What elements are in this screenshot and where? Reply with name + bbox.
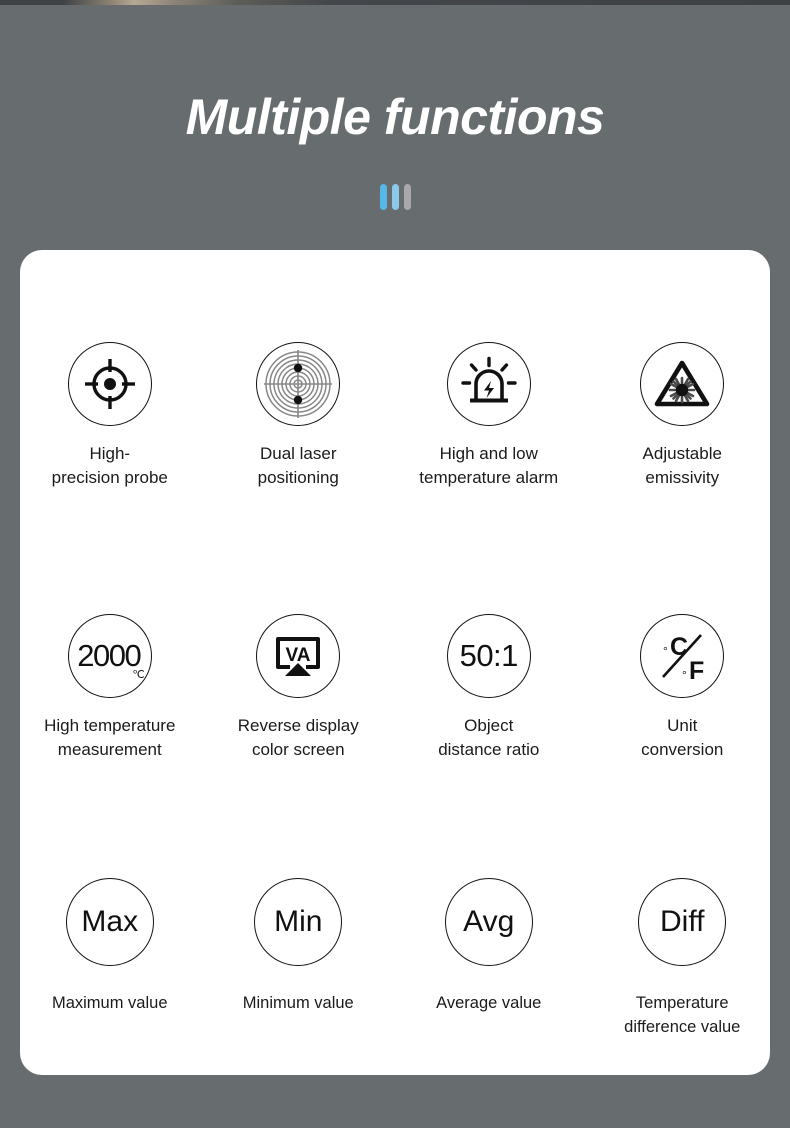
concentric-laser-rings-icon [256, 342, 341, 426]
text-ratio-icon: 50:1 [446, 613, 531, 698]
feature-item-average-value[interactable]: Avg Average value [395, 878, 583, 1015]
laser-warning-triangle-icon [640, 342, 725, 426]
bar-gray [403, 184, 411, 210]
feature-item-high-temperature-measurement[interactable]: 2000 ℃ High temperature measurement [16, 613, 204, 762]
features-card: High- precision probe Dual laser positio… [20, 250, 770, 1075]
svg-text:°: ° [663, 644, 668, 658]
top-image-sliver [0, 0, 790, 5]
feature-caption: Average value [436, 994, 542, 1013]
feature-item-maximum-value[interactable]: Max Maximum value [16, 878, 204, 1015]
crosshair-target-icon [67, 342, 152, 426]
icon-glyph-text: Max [81, 905, 139, 939]
svg-text:VA: VA [286, 645, 311, 666]
features-grid: High- precision probe Dual laser positio… [20, 250, 770, 1075]
feature-caption: Adjustable emissivity [642, 444, 722, 488]
celsius-fahrenheit-icon: ° C ° F [640, 613, 725, 698]
feature-item-adjustable-emissivity[interactable]: Adjustable emissivity [589, 342, 777, 490]
feature-row-1: High- precision probe Dual laser positio… [20, 250, 770, 539]
celsius-superscript: ℃ [132, 668, 145, 681]
feature-row-3: Max Maximum value Min Minimum value Avg … [20, 810, 770, 1075]
feature-caption: Reverse display color screen [237, 715, 359, 759]
feature-caption: High- precision probe [51, 444, 168, 488]
text-2000-celsius-icon: 2000 ℃ [67, 613, 152, 698]
feature-item-temperature-difference-value[interactable]: Diff Temperature difference value [589, 878, 777, 1039]
feature-caption: Object distance ratio [438, 715, 540, 759]
icon-glyph-text: Diff [660, 905, 705, 939]
alarm-siren-icon [446, 342, 531, 426]
feature-item-reverse-display-color-screen[interactable]: VA Reverse display color screen [205, 613, 393, 762]
feature-item-high-precision-probe[interactable]: High- precision probe [16, 342, 204, 490]
feature-caption: Dual laser positioning [257, 444, 339, 488]
feature-caption: Minimum value [242, 994, 354, 1013]
reverse-display-screen-icon: VA [256, 613, 341, 698]
text-max-icon: Max [65, 878, 154, 967]
feature-item-minimum-value[interactable]: Min Minimum value [205, 878, 393, 1015]
feature-item-object-distance-ratio[interactable]: 50:1 Object distance ratio [395, 613, 583, 762]
svg-text:C: C [670, 633, 688, 661]
text-diff-icon: Diff [638, 878, 727, 967]
feature-caption: Unit conversion [641, 715, 724, 759]
icon-glyph-text: 50:1 [459, 638, 519, 674]
bar-blue-light [391, 184, 399, 210]
feature-caption: High temperature measurement [44, 715, 176, 759]
svg-text:°: ° [682, 668, 687, 682]
page-title: Multiple functions [185, 89, 605, 145]
feature-caption: High and low temperature alarm [419, 444, 559, 488]
feature-item-high-low-temperature-alarm[interactable]: High and low temperature alarm [395, 342, 583, 490]
feature-caption: Maximum value [51, 994, 168, 1013]
accent-bars [0, 184, 790, 210]
bar-blue [379, 184, 387, 210]
text-avg-icon: Avg [444, 878, 533, 967]
feature-row-2: 2000 ℃ High temperature measurement VA R… [20, 539, 770, 811]
feature-caption: Temperature difference value [624, 994, 741, 1036]
feature-item-dual-laser-positioning[interactable]: Dual laser positioning [205, 342, 393, 490]
icon-glyph-text: 2000 [77, 638, 141, 674]
feature-item-unit-conversion[interactable]: ° C ° F Unit conversion [589, 613, 777, 762]
icon-glyph-text: Min [274, 905, 323, 939]
svg-text:F: F [689, 657, 704, 685]
icon-glyph-text: Avg [463, 905, 515, 939]
text-min-icon: Min [254, 878, 343, 967]
